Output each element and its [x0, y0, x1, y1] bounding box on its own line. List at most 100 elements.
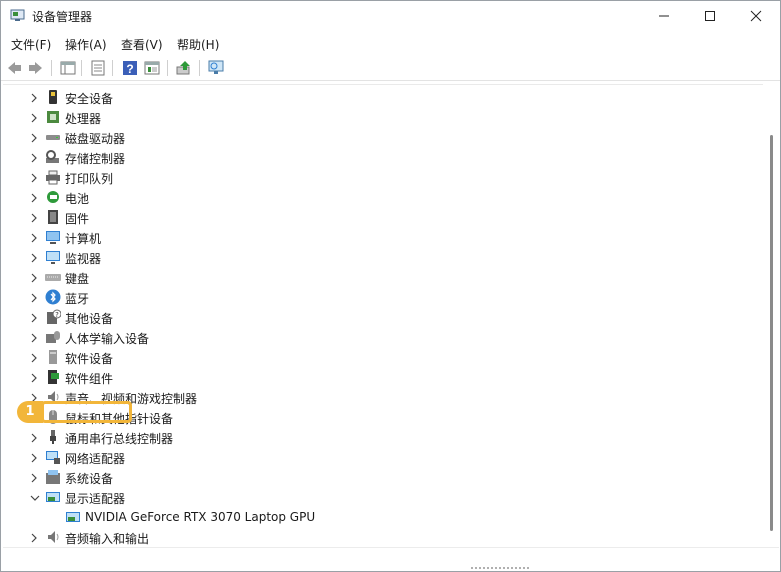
chevron-right-icon[interactable]: [30, 192, 38, 203]
device-label: 系统设备: [65, 472, 114, 486]
callout-step-badge: 1: [17, 401, 43, 423]
device-category[interactable]: 磁盘驱动器: [3, 127, 703, 147]
device-label: 监视器: [65, 252, 102, 266]
device-category[interactable]: 处理器: [3, 107, 703, 127]
network-adapter-icon: [45, 449, 61, 465]
menu-bar: 文件(F) 操作(A) 查看(V) 帮助(H): [1, 33, 780, 55]
chevron-right-icon[interactable]: [30, 232, 38, 243]
menu-action[interactable]: 操作(A): [65, 36, 107, 53]
chevron-right-icon[interactable]: [30, 332, 38, 343]
usb-icon: [45, 429, 61, 445]
chevron-right-icon[interactable]: [30, 132, 38, 143]
device-label: NVIDIA GeForce RTX 3070 Laptop GPU: [85, 510, 316, 524]
chevron-right-icon[interactable]: [30, 372, 38, 383]
device-category[interactable]: 固件: [3, 207, 703, 227]
device-label: 电池: [65, 192, 90, 206]
chevron-right-icon[interactable]: [30, 252, 38, 263]
device-category[interactable]: 网络适配器: [3, 447, 703, 467]
device-label: 蓝牙: [65, 292, 90, 306]
device-category[interactable]: ? 其他设备: [3, 307, 703, 327]
hid-icon: [45, 329, 61, 345]
device-category[interactable]: 键盘: [3, 267, 703, 287]
chevron-right-icon[interactable]: [30, 112, 38, 123]
security-device-icon: [45, 89, 61, 105]
chevron-right-icon[interactable]: [30, 432, 38, 443]
gpu-icon: [65, 509, 81, 525]
device-item[interactable]: NVIDIA GeForce RTX 3070 Laptop GPU: [3, 507, 703, 527]
device-label: 网络适配器: [65, 452, 126, 466]
vertical-scrollbar[interactable]: [765, 85, 779, 547]
close-button[interactable]: [733, 1, 779, 31]
device-label: 固件: [65, 212, 90, 226]
chevron-right-icon[interactable]: [30, 212, 38, 223]
device-category[interactable]: 安全设备: [3, 87, 703, 107]
bluetooth-icon: [45, 289, 61, 305]
device-label: 磁盘驱动器: [65, 132, 126, 146]
monitor-icon: [45, 249, 61, 265]
menu-file[interactable]: 文件(F): [11, 36, 51, 53]
svg-text:?: ?: [55, 311, 59, 319]
chevron-right-icon[interactable]: [30, 472, 38, 483]
computer-icon: [45, 229, 61, 245]
toolbar: ?: [1, 56, 780, 81]
device-label: 安全设备: [65, 92, 114, 106]
device-category[interactable]: 系统设备: [3, 467, 703, 487]
software-component-icon: [45, 369, 61, 385]
action-pane-icon[interactable]: [143, 59, 161, 77]
vertical-scrollbar-thumb[interactable]: [770, 135, 773, 531]
device-manager-app-icon: [10, 9, 25, 22]
chevron-right-icon[interactable]: [30, 352, 38, 363]
device-category[interactable]: 监视器: [3, 247, 703, 267]
system-device-icon: [45, 469, 61, 485]
chevron-right-icon[interactable]: [30, 532, 38, 543]
menu-view[interactable]: 查看(V): [121, 36, 163, 53]
keyboard-icon: [45, 269, 61, 285]
chevron-right-icon[interactable]: [30, 292, 38, 303]
disk-drive-icon: [45, 129, 61, 145]
toolbar-separator: [112, 60, 113, 76]
device-label: 通用串行总线控制器: [65, 432, 174, 446]
callout-highlight-box: [41, 401, 132, 423]
console-tree-icon[interactable]: [59, 59, 77, 77]
device-label: 软件设备: [65, 352, 114, 366]
chevron-right-icon[interactable]: [30, 152, 38, 163]
toolbar-separator: [81, 60, 82, 76]
device-category[interactable]: 存储控制器: [3, 147, 703, 167]
device-category[interactable]: 打印队列: [3, 167, 703, 187]
chevron-right-icon[interactable]: [30, 452, 38, 463]
device-category[interactable]: 人体学输入设备: [3, 327, 703, 347]
maximize-button[interactable]: [687, 1, 733, 31]
scan-hardware-icon[interactable]: [207, 59, 225, 77]
horizontal-scrollbar[interactable]: [3, 547, 779, 570]
device-label: 显示适配器: [65, 492, 126, 506]
device-category[interactable]: 电池: [3, 187, 703, 207]
minimize-button[interactable]: [641, 1, 687, 31]
resize-grip[interactable]: [471, 567, 531, 569]
device-tree: 安全设备 处理器磁盘驱动器 存储控制器打印队列电池固件 计算机监视器 键盘蓝牙? 其他设备…: [3, 84, 763, 547]
device-category[interactable]: 软件组件: [3, 367, 703, 387]
device-category[interactable]: 音频输入和输出: [3, 527, 703, 547]
device-category[interactable]: 计算机: [3, 227, 703, 247]
device-category[interactable]: 显示适配器: [3, 487, 703, 507]
device-category[interactable]: 通用串行总线控制器: [3, 427, 703, 447]
menu-help[interactable]: 帮助(H): [177, 36, 219, 53]
audio-io-icon: [45, 529, 61, 545]
back-arrow-icon[interactable]: [5, 59, 23, 77]
storage-controller-icon: [45, 149, 61, 165]
device-label: 人体学输入设备: [65, 332, 150, 346]
chevron-down-icon[interactable]: [30, 492, 40, 502]
chevron-right-icon[interactable]: [30, 272, 38, 283]
toolbar-separator: [51, 60, 52, 76]
forward-arrow-icon[interactable]: [27, 59, 45, 77]
update-driver-icon[interactable]: [175, 59, 193, 77]
chevron-right-icon[interactable]: [30, 92, 38, 103]
device-label: 打印队列: [65, 172, 114, 186]
processor-icon: [45, 109, 61, 125]
device-label: 软件组件: [65, 372, 114, 386]
device-category[interactable]: 蓝牙: [3, 287, 703, 307]
properties-icon[interactable]: [89, 59, 107, 77]
chevron-right-icon[interactable]: [30, 172, 38, 183]
device-category[interactable]: 软件设备: [3, 347, 703, 367]
chevron-right-icon[interactable]: [30, 312, 38, 323]
help-icon[interactable]: ?: [121, 59, 139, 77]
